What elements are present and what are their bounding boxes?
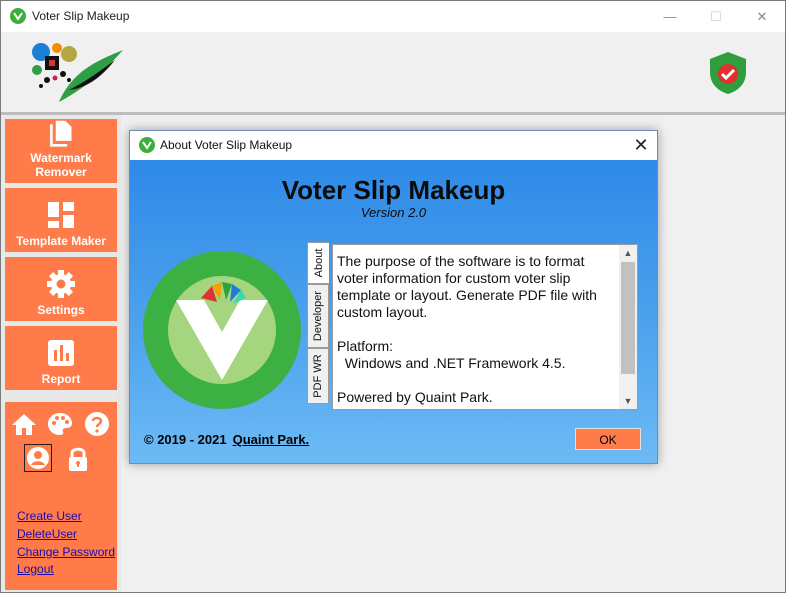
sidebar-item-template-maker[interactable]: Template Maker (5, 188, 117, 252)
user-button[interactable] (24, 444, 52, 472)
home-icon[interactable] (11, 412, 37, 436)
sidebar-item-label: Template Maker (16, 234, 106, 248)
copyright-text: © 2019 - 2021 Quaint Park. (144, 432, 310, 447)
tab-developer[interactable]: Developer (307, 284, 329, 348)
logout-link[interactable]: Logout (17, 562, 54, 576)
dialog-title-bar: About Voter Slip Makeup ✕ (130, 131, 657, 159)
app-name-heading: Voter Slip Makeup (281, 175, 506, 205)
vertical-scrollbar[interactable]: ▲ ▼ (619, 245, 637, 409)
user-icon (27, 447, 49, 469)
document-copy-icon (50, 120, 72, 147)
minimize-button[interactable]: — (647, 1, 693, 32)
title-bar: Voter Slip Makeup — ☐ ✕ (1, 1, 785, 32)
scroll-thumb[interactable] (621, 262, 635, 374)
company-link[interactable]: Quaint Park. (233, 432, 310, 447)
create-user-link[interactable]: Create User (17, 509, 82, 523)
change-password-link[interactable]: Change Password (17, 545, 115, 559)
close-button[interactable]: ✕ (739, 1, 785, 32)
tab-about[interactable]: About (307, 242, 329, 284)
dialog-body: Voter Slip Makeup Version 2.0 About Deve… (130, 160, 657, 463)
sidebar-item-watermark-remover[interactable]: Watermark Remover (5, 119, 117, 183)
about-paragraph: Powered by Quaint Park. (337, 389, 493, 405)
app-large-logo-icon (143, 251, 301, 409)
scroll-up-icon[interactable]: ▲ (619, 245, 637, 261)
palette-icon[interactable] (47, 412, 73, 436)
sidebar-item-settings[interactable]: Settings (5, 257, 117, 321)
about-textbox[interactable]: The purpose of the software is to format… (332, 244, 638, 410)
sidebar-item-label: Watermark Remover (30, 151, 92, 179)
sidebar-item-label: Settings (37, 303, 85, 317)
window-title: Voter Slip Makeup (32, 9, 130, 23)
ok-button[interactable]: OK (575, 428, 641, 450)
sidebar: Watermark Remover Template Maker Setting… (1, 115, 121, 592)
brand-logo-icon (29, 40, 125, 104)
header (1, 32, 785, 112)
about-text: The purpose of the software is to format… (337, 253, 617, 409)
grid-layout-icon (48, 202, 74, 228)
security-shield-icon (707, 50, 749, 96)
delete-user-link[interactable]: DeleteUser (17, 527, 77, 541)
dialog-close-button[interactable]: ✕ (630, 134, 652, 156)
sidebar-panel: Create User DeleteUser Change Password L… (5, 402, 117, 590)
about-paragraph: Platform: Windows and .NET Framework 4.5… (337, 338, 566, 371)
app-logo-icon (139, 137, 155, 153)
sidebar-item-report[interactable]: Report (5, 326, 117, 390)
tab-pdf-wr[interactable]: PDF WR (307, 348, 329, 404)
about-dialog: About Voter Slip Makeup ✕ Voter Slip Mak… (129, 130, 658, 464)
sidebar-item-label: Report (41, 372, 81, 386)
vertical-tabs: About Developer PDF WR (307, 242, 333, 420)
gear-icon (47, 270, 75, 298)
lock-icon[interactable] (67, 446, 89, 472)
app-logo-icon (10, 8, 26, 24)
bar-chart-icon (48, 340, 74, 366)
dialog-title: About Voter Slip Makeup (160, 138, 293, 152)
help-icon[interactable] (84, 411, 110, 437)
maximize-button[interactable]: ☐ (693, 1, 739, 32)
about-paragraph: The purpose of the software is to format… (337, 253, 597, 320)
scroll-down-icon[interactable]: ▼ (619, 393, 637, 409)
version-label: Version 2.0 (360, 205, 427, 220)
